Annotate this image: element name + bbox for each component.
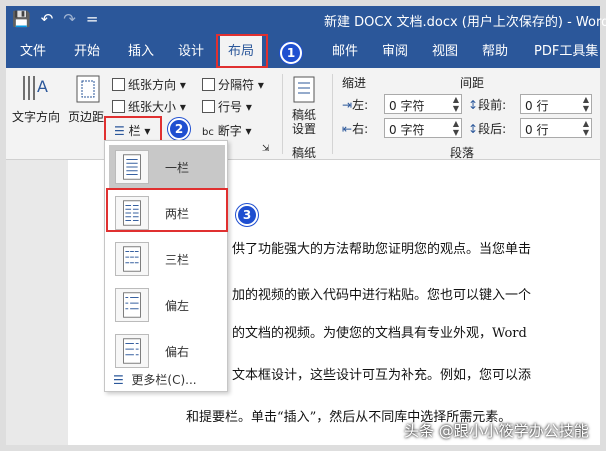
watermark: 头条 @跟小小筱学办公技能 (404, 422, 589, 440)
columns-option-label: 偏右 (165, 345, 190, 359)
group-separator (332, 74, 333, 154)
spacing-before-icon: ↕ (468, 98, 479, 112)
page-setup-launcher-icon[interactable]: ⇲ (262, 144, 270, 154)
breaks-icon (202, 78, 215, 91)
columns-option-label: 三栏 (165, 253, 190, 267)
spacing-title: 间距 (460, 76, 485, 90)
group-separator (282, 74, 283, 154)
draft-paper-icon (293, 76, 315, 103)
step-badge-1: 1 (280, 42, 302, 64)
margins-button[interactable]: 页边距 (68, 108, 104, 125)
spacing-after-label: ↕段后: (468, 122, 507, 136)
customize-icon[interactable]: = (86, 9, 99, 29)
tab-mailings[interactable]: 邮件 (332, 40, 358, 59)
document-line: 供了功能强大的方法帮助您证明您的观点。当您单击 (232, 242, 532, 257)
paragraph-group-label: 段落 (450, 146, 475, 160)
spacing-after-spinner[interactable]: ▲ ▼ (581, 119, 591, 137)
ribbon-layout: A 文字方向 页边距 纸张方向 ▾ 纸张大小 ▾ ☰ 栏 ▾ 分隔符 ▾ 行号 … (6, 68, 600, 160)
more-columns-button[interactable]: ☰ 更多栏(C)... (113, 371, 197, 388)
tab-review[interactable]: 审阅 (382, 40, 408, 59)
quick-access-toolbar: 💾 ↶ ↷ = (12, 9, 98, 29)
ribbon-tabs: 文件 开始 插入 设计 布局 邮件 审阅 视图 帮助 PDF工具集 (6, 32, 600, 68)
undo-icon[interactable]: ↶ (41, 9, 54, 29)
line-numbers-icon (202, 100, 215, 113)
step-badge-3: 3 (236, 204, 258, 226)
indent-right-label: ⇤右: (342, 122, 369, 136)
title-bar: 💾 ↶ ↷ = 新建 DOCX 文档.docx (用户上次保存的) - Word (6, 6, 606, 32)
draft-settings-button[interactable]: 稿纸设置 (292, 108, 322, 136)
left-column-icon (115, 288, 149, 322)
line-numbers-button[interactable]: 行号 ▾ (202, 98, 252, 115)
spacing-after-icon: ↕ (468, 122, 479, 136)
hyphenation-button[interactable]: bc 断字 ▾ (202, 122, 252, 139)
size-icon (112, 100, 125, 113)
line-numbers-label: 行号 (218, 100, 243, 114)
hyphenation-icon: bc (202, 127, 214, 138)
size-label: 纸张大小 (128, 100, 177, 114)
more-columns-icon: ☰ (113, 373, 124, 387)
tab-file[interactable]: 文件 (20, 40, 46, 59)
spacing-before-spinner[interactable]: ▲ ▼ (581, 95, 591, 113)
margins-icon (76, 75, 100, 103)
columns-option-label: 一栏 (165, 161, 190, 175)
more-columns-label: 更多栏(C)... (131, 373, 197, 387)
tab-view[interactable]: 视图 (432, 40, 458, 59)
columns-option-one[interactable]: 一栏 (109, 145, 225, 189)
document-line: 的文档的视频。为使您的文档具有专业外观，Word (232, 326, 527, 341)
size-button[interactable]: 纸张大小 ▾ (112, 98, 186, 115)
columns-option-right[interactable]: 偏右 (109, 329, 225, 373)
indent-left-icon: ⇥ (342, 98, 353, 112)
tab-insert[interactable]: 插入 (128, 40, 154, 59)
text-direction-button[interactable]: 文字方向 (12, 108, 60, 125)
hyphenation-label: 断字 (217, 124, 242, 138)
indent-left-spinner[interactable]: ▲ ▼ (451, 95, 461, 113)
document-line: 加的视频的嵌入代码中进行粘贴。您也可以键入一个 (232, 288, 532, 303)
indent-right-spinner[interactable]: ▲ ▼ (451, 119, 461, 137)
indent-right-icon: ⇤ (342, 122, 353, 136)
spacing-before-label: ↕段前: (468, 98, 507, 112)
right-column-icon (115, 334, 149, 368)
step-badge-2: 2 (168, 118, 190, 140)
tab-design[interactable]: 设计 (178, 40, 204, 59)
text-direction-icon: A (23, 76, 48, 100)
tab-help[interactable]: 帮助 (482, 40, 508, 59)
document-line: 文本框设计，这些设计可互为补充。例如，您可以添 (232, 368, 532, 383)
redo-icon[interactable]: ↷ (63, 9, 76, 29)
word-window: 💾 ↶ ↷ = 新建 DOCX 文档.docx (用户上次保存的) - Word… (0, 0, 606, 451)
columns-button-highlight (104, 116, 162, 142)
one-column-icon (115, 150, 149, 184)
indent-left-label: ⇥左: (342, 98, 369, 112)
three-columns-icon (115, 242, 149, 276)
two-columns-highlight (106, 188, 228, 232)
orientation-label: 纸张方向 (128, 78, 177, 92)
orientation-icon (112, 78, 125, 91)
tab-home[interactable]: 开始 (74, 40, 100, 59)
breaks-label: 分隔符 (218, 78, 255, 92)
columns-option-three[interactable]: 三栏 (109, 237, 225, 281)
columns-option-label: 偏左 (165, 299, 190, 313)
breaks-button[interactable]: 分隔符 ▾ (202, 76, 264, 93)
orientation-button[interactable]: 纸张方向 ▾ (112, 76, 186, 93)
columns-option-left[interactable]: 偏左 (109, 283, 225, 327)
indent-title: 缩进 (342, 76, 367, 90)
layout-tab-highlight (216, 34, 268, 68)
tab-pdf-tools[interactable]: PDF工具集 (534, 40, 598, 59)
draft-group-label: 稿纸 (292, 146, 317, 160)
save-icon[interactable]: 💾 (12, 9, 31, 29)
window-title: 新建 DOCX 文档.docx (用户上次保存的) - Word (324, 15, 606, 30)
svg-text:A: A (37, 77, 48, 96)
columns-dropdown: 一栏 两栏 三栏 偏左 偏右 ☰ 更多栏(C)... (104, 140, 228, 392)
